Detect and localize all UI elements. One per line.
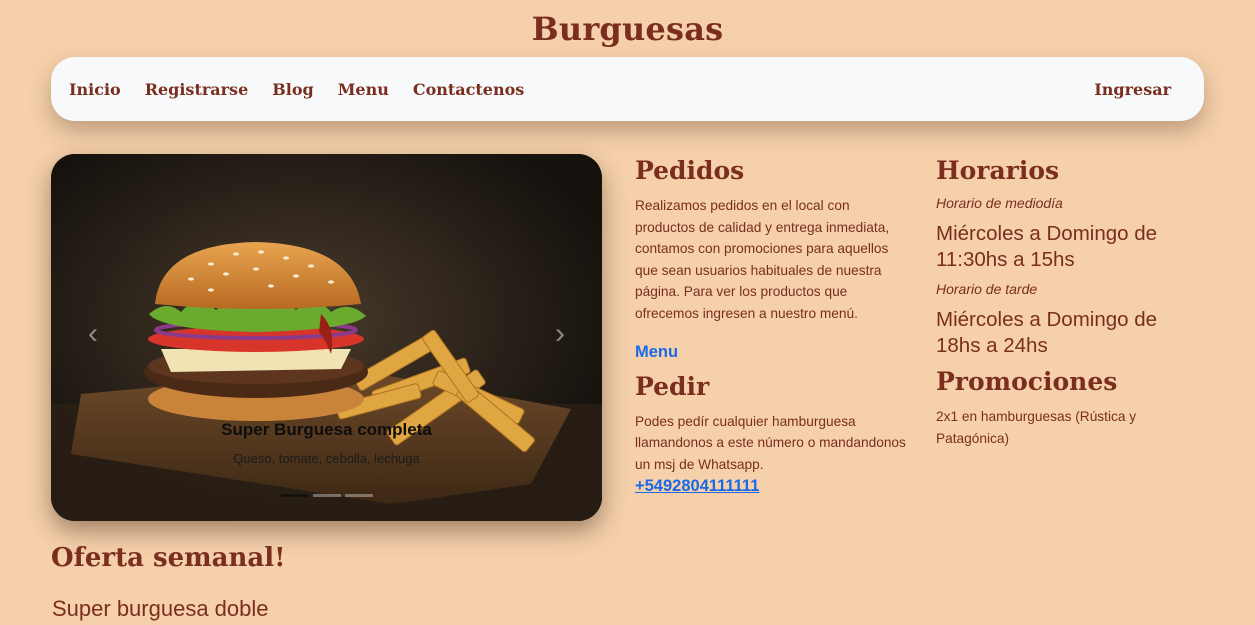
carousel-caption-title: Super Burguesa completa [221,420,432,439]
carousel-caption-text: Queso, tomate, cebolla, lechuga [233,451,420,466]
nav-link-menu[interactable]: Menu [338,80,389,99]
nav-link-contactenos[interactable]: Contactenos [413,80,524,99]
pedidos-section: Pedidos Realizamos pedidos en el local c… [635,156,910,496]
oferta-heading: Oferta semanal! [51,543,286,573]
site-title: Burguesas [531,10,724,48]
login-link[interactable]: Ingresar [1094,80,1171,99]
pedidos-text: Realizamos pedidos en el local con produ… [635,198,890,321]
image-carousel: ‹ › Super Burguesa completa Queso, tomat… [51,154,602,521]
midday-label: Horario de mediodía [936,195,1063,211]
navbar: Inicio Registrarse Blog Menu Contactenos… [51,57,1204,121]
midday-hours: Miércoles a Domingo de 11:30hs a 15hs [936,222,1158,271]
nav-link-registrarse[interactable]: Registrarse [145,80,249,99]
carousel-indicator[interactable] [345,494,373,497]
carousel-indicator[interactable] [281,494,309,497]
evening-label: Horario de tarde [936,281,1038,297]
carousel-prev-button[interactable]: ‹ [78,319,108,349]
carousel-indicators [281,494,373,497]
horarios-section: Horarios Horario de mediodía Miércoles a… [936,156,1196,449]
nav-link-blog[interactable]: Blog [272,80,313,99]
oferta-text: Super burguesa doble [52,596,269,621]
chevron-left-icon: ‹ [88,317,98,350]
menu-link[interactable]: Menu [635,343,910,362]
promociones-text: 2x1 en hamburguesas (Rústica y Patagónic… [936,409,1137,446]
pedir-heading: Pedir [635,371,710,401]
phone-link[interactable]: +5492804111111 [635,477,910,496]
chevron-right-icon: › [555,317,565,350]
carousel-indicator[interactable] [313,494,341,497]
nav-link-inicio[interactable]: Inicio [69,80,121,99]
pedidos-heading: Pedidos [635,156,745,185]
horarios-heading: Horarios [936,156,1060,185]
pedir-text: Podes pedír cualquier hamburguesa llaman… [635,413,906,472]
evening-hours: Miércoles a Domingo de 18hs a 24hs [936,308,1158,357]
promociones-heading: Promociones [936,367,1118,396]
carousel-next-button[interactable]: › [545,319,575,349]
